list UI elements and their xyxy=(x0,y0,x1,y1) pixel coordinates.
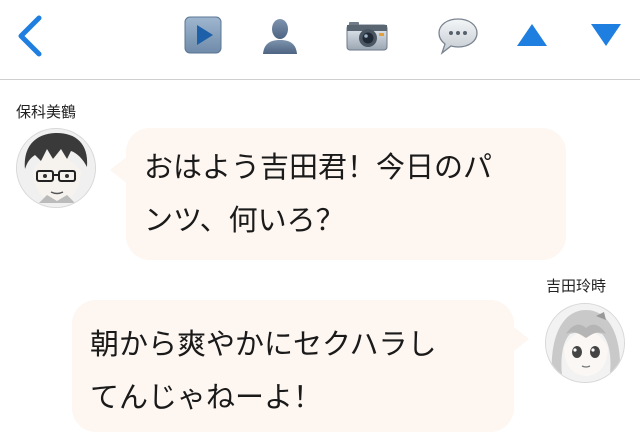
toolbar xyxy=(0,0,640,80)
back-button[interactable] xyxy=(10,12,50,60)
scroll-down-button[interactable] xyxy=(586,18,626,52)
message-text-line: 朝から爽やかにセクハラし xyxy=(90,327,437,361)
avatar[interactable] xyxy=(545,303,625,383)
profile-button[interactable] xyxy=(258,14,302,58)
camera-button[interactable] xyxy=(344,14,390,54)
chevron-left-icon xyxy=(18,15,42,57)
person-icon xyxy=(263,19,297,54)
sender-name: 吉田玲時 xyxy=(546,277,607,295)
triangle-up-icon xyxy=(517,24,547,46)
play-button[interactable] xyxy=(184,16,222,54)
message-text-line: てんじゃねーよ！ xyxy=(90,380,323,414)
avatar-glasses-boy-icon xyxy=(17,129,95,207)
chat-button[interactable] xyxy=(434,14,482,58)
triangle-down-icon xyxy=(591,24,621,46)
play-icon xyxy=(184,16,222,54)
speech-bubble-icon xyxy=(438,18,478,55)
scroll-up-button[interactable] xyxy=(512,18,552,52)
message-text-line: ンツ、何いろ？ xyxy=(144,203,345,237)
message-text-line: おはよう吉田君！今日のパ xyxy=(144,150,493,184)
avatar[interactable] xyxy=(16,128,96,208)
avatar-girl-icon xyxy=(546,304,624,382)
camera-icon xyxy=(346,22,388,51)
sender-name: 保科美鶴 xyxy=(16,103,77,121)
